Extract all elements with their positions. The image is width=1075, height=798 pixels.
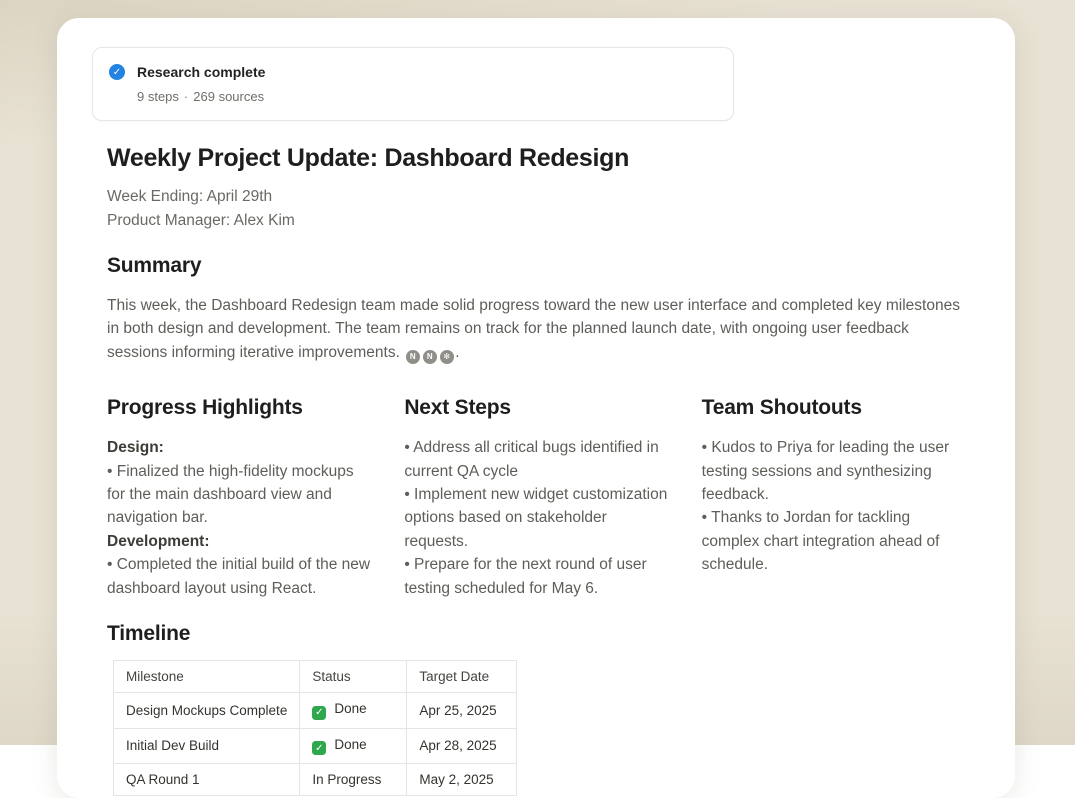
column-next-steps: Next Steps • Address all critical bugs i…: [404, 374, 667, 600]
table-header-target-date: Target Date: [407, 661, 517, 693]
source-citations: NN✻.: [404, 344, 459, 361]
list-item: • Finalized the high-fidelity mockups fo…: [107, 460, 370, 530]
team-shoutouts-content: • Kudos to Priya for leading the user te…: [702, 436, 965, 576]
columns-section: Progress Highlights Design: • Finalized …: [107, 374, 965, 600]
table-row: QA Round 1 In Progress May 2, 2025: [114, 764, 517, 796]
research-status-title: Research complete: [137, 62, 265, 82]
status-label: Done: [334, 701, 366, 716]
milestone-cell: Design Mockups Complete: [114, 693, 300, 729]
research-sources-count: 269 sources: [193, 89, 264, 104]
date-cell: Apr 28, 2025: [407, 728, 517, 764]
status-cell: ✓ Done: [300, 728, 407, 764]
status-cell: ✓ Done: [300, 693, 407, 729]
status-label: Done: [334, 737, 366, 752]
bold-label: Development:: [107, 530, 370, 553]
list-item: • Kudos to Priya for leading the user te…: [702, 436, 965, 506]
next-steps-content: • Address all critical bugs identified i…: [404, 436, 667, 600]
document-card: ✓ Research complete 9 steps·269 sources …: [57, 18, 1015, 798]
week-ending-line: Week Ending: April 29th: [107, 185, 965, 209]
summary-trailing-period: .: [455, 344, 459, 361]
slack-source-icon[interactable]: ✻: [440, 350, 454, 364]
list-item: • Completed the initial build of the new…: [107, 553, 370, 600]
dot-separator: ·: [184, 89, 188, 104]
table-header-status: Status: [300, 661, 407, 693]
status-label: In Progress: [312, 772, 381, 787]
research-steps-count: 9 steps: [137, 89, 179, 104]
milestone-cell: QA Round 1: [114, 764, 300, 796]
section-heading-next-steps: Next Steps: [404, 395, 667, 421]
date-cell: Apr 25, 2025: [407, 693, 517, 729]
column-progress-highlights: Progress Highlights Design: • Finalized …: [107, 374, 370, 600]
table-header-milestone: Milestone: [114, 661, 300, 693]
summary-text: This week, the Dashboard Redesign team m…: [107, 297, 960, 361]
date-cell: May 2, 2025: [407, 764, 517, 796]
research-meta: 9 steps · 269 sources: [137, 88, 265, 105]
table-row: Initial Dev Build ✓ Done Apr 28, 2025: [114, 728, 517, 764]
table-row: Design Mockups Complete ✓ Done Apr 25, 20…: [114, 693, 517, 729]
section-heading-summary: Summary: [107, 253, 965, 279]
done-checkbox-icon: ✓: [312, 706, 326, 720]
document-meta: Week Ending: April 29th Product Manager:…: [107, 185, 965, 232]
section-heading-team-shoutouts: Team Shoutouts: [702, 395, 965, 421]
list-item: • Address all critical bugs identified i…: [404, 436, 667, 483]
list-item: • Prepare for the next round of user tes…: [404, 553, 667, 600]
table-header-row: Milestone Status Target Date: [114, 661, 517, 693]
notion-source-icon[interactable]: N: [406, 350, 420, 364]
product-manager-line: Product Manager: Alex Kim: [107, 209, 965, 233]
status-cell: In Progress: [300, 764, 407, 796]
notion-source-icon[interactable]: N: [423, 350, 437, 364]
page-background: ✓ Research complete 9 steps·269 sources …: [0, 0, 1075, 745]
milestone-cell: Initial Dev Build: [114, 728, 300, 764]
summary-paragraph: This week, the Dashboard Redesign team m…: [107, 294, 965, 364]
research-card-text: Research complete 9 steps · 269 sources: [137, 62, 265, 105]
column-team-shoutouts: Team Shoutouts • Kudos to Priya for lead…: [702, 374, 965, 600]
section-heading-timeline: Timeline: [107, 621, 965, 647]
list-item: • Implement new widget customization opt…: [404, 483, 667, 553]
section-heading-progress-highlights: Progress Highlights: [107, 395, 370, 421]
timeline-table: Milestone Status Target Date Design Mock…: [113, 660, 517, 796]
progress-highlights-content: Design: • Finalized the high-fidelity mo…: [107, 436, 370, 600]
check-circle-icon: ✓: [109, 64, 125, 80]
research-complete-card[interactable]: ✓ Research complete 9 steps · 269 sources: [92, 47, 734, 121]
list-item: • Thanks to Jordan for tackling complex …: [702, 506, 965, 576]
bold-label: Design:: [107, 436, 370, 459]
page-title: Weekly Project Update: Dashboard Redesig…: [107, 143, 965, 174]
done-checkbox-icon: ✓: [312, 741, 326, 755]
